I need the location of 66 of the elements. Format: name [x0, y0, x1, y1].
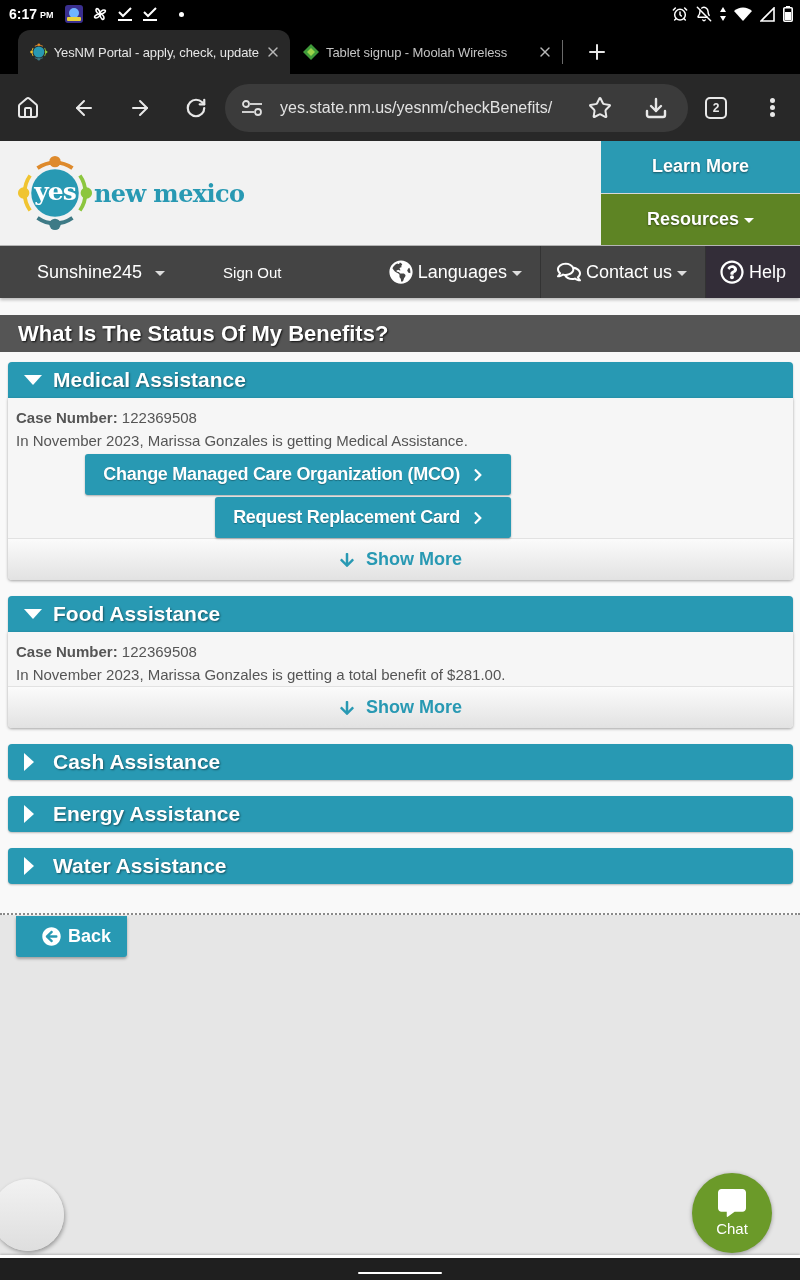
action-button[interactable]: Request Replacement Card	[215, 497, 511, 538]
time-period: PM	[40, 11, 54, 20]
action-button[interactable]: Change Managed Care Organization (MCO)	[85, 454, 511, 495]
caret-icon	[511, 271, 522, 276]
tune-icon	[241, 99, 263, 116]
more-icon	[769, 98, 775, 117]
languages-menu[interactable]: Languages	[372, 246, 540, 298]
dot-icon	[178, 11, 184, 17]
accordion-header[interactable]: Energy Assistance	[8, 796, 793, 832]
show-more-button[interactable]: Show More	[8, 686, 793, 728]
pinwheel-icon	[91, 6, 108, 22]
bell-off-icon	[696, 6, 712, 22]
app-icon	[64, 5, 83, 23]
caret-right-icon	[24, 857, 34, 875]
case-number-text: Case Number: 122369508	[15, 408, 198, 428]
chat-button[interactable]: Chat	[692, 1173, 772, 1253]
logo-emblem-icon	[17, 155, 93, 231]
signal-icon	[760, 6, 775, 22]
arrow-down-icon	[339, 551, 355, 568]
address-bar[interactable]: yes.state.nm.us/yesnm/checkBenefits/	[225, 83, 688, 132]
learn-more-button[interactable]: Learn More	[601, 141, 800, 193]
home-icon	[16, 95, 40, 120]
logo-name-text: new mexico	[94, 178, 245, 208]
back-button[interactable]: Back	[16, 916, 127, 957]
star-icon	[588, 95, 612, 120]
help-icon	[719, 260, 744, 284]
reload-icon	[185, 96, 207, 119]
browser-tab[interactable]: Tablet signup - Moolah Wireless	[290, 30, 562, 74]
caret-icon	[676, 271, 687, 276]
accordion-header[interactable]: Medical Assistance	[8, 362, 793, 398]
globe-icon	[388, 260, 413, 284]
accordion-header[interactable]: Water Assistance	[8, 848, 793, 884]
status-time: 6:17	[9, 7, 38, 21]
caret-right-icon	[24, 753, 34, 771]
download-icon	[644, 95, 668, 120]
caret-down-icon	[24, 375, 42, 385]
resources-menu-button[interactable]: Resources	[601, 192, 800, 245]
check-icon	[141, 6, 158, 22]
caret-down-icon	[24, 609, 42, 619]
wifi-icon	[734, 7, 752, 21]
data-arrows-icon	[720, 7, 726, 21]
logo-mark-text: yes	[34, 179, 76, 204]
benefit-summary-text: In November 2023, Marissa Gonzales is getting Medical Assistance.	[15, 431, 469, 451]
case-number-text: Case Number: 122369508	[15, 642, 198, 662]
sign-out-link[interactable]: Sign Out	[223, 246, 282, 298]
emblem-icon	[30, 43, 48, 61]
page-title: What Is The Status Of My Benefits?	[0, 315, 800, 352]
chat-bubbles-icon	[556, 260, 581, 284]
battery-icon	[783, 6, 793, 22]
alarm-icon	[672, 6, 688, 22]
check-icon	[116, 6, 133, 22]
caret-icon	[155, 271, 166, 276]
caret-icon	[744, 218, 755, 224]
show-more-button[interactable]: Show More	[8, 538, 793, 580]
user-menu[interactable]: Sunshine245	[0, 246, 166, 298]
benefit-summary-text: In November 2023, Marissa Gonzales is getting a total benefit of $281.00.	[15, 665, 507, 685]
accordion-header[interactable]: Cash Assistance	[8, 744, 793, 780]
accordion-header[interactable]: Food Assistance	[8, 596, 793, 632]
help-link[interactable]: Help	[704, 246, 800, 298]
tab-count-button[interactable]: 2	[705, 96, 727, 119]
browser-tab[interactable]: YesNM Portal - apply, check, update	[18, 30, 290, 74]
diamond-icon	[302, 43, 320, 61]
arrow-down-icon	[339, 699, 355, 716]
url-text[interactable]: yes.state.nm.us/yesnm/checkBenefits/	[280, 98, 572, 117]
caret-right-icon	[24, 805, 34, 823]
chat-bubble-icon	[718, 1189, 746, 1217]
